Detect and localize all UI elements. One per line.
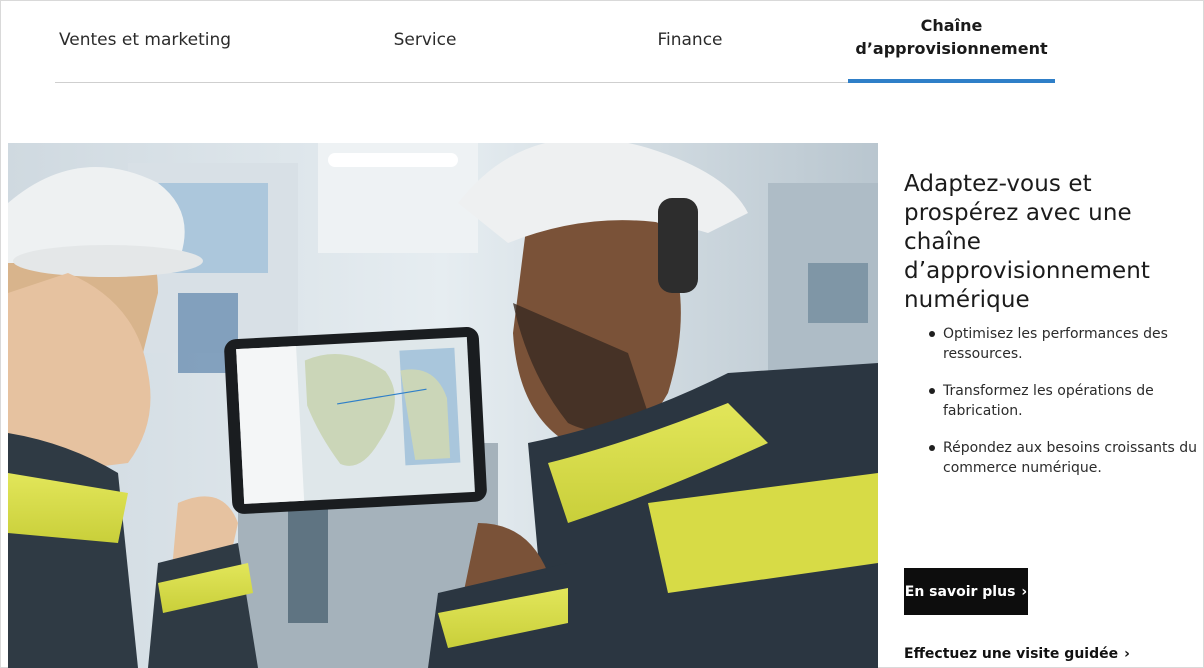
tab-label: Ventes et marketing [58,29,232,50]
hero-content: Adaptez-vous et prospérez avec une chaîn… [904,170,1204,476]
solution-tabs: Ventes et marketing Service Finance Chaî… [55,0,1055,83]
tab-label-line2: d’approvisionnement [855,39,1048,58]
workers-tablet-illustration [8,143,878,668]
tab-service[interactable]: Service [375,0,475,81]
chevron-right-icon: › [1124,646,1130,662]
hero-headline: Adaptez-vous et prospérez avec une chaîn… [904,171,1151,313]
tab-ventes-et-marketing[interactable]: Ventes et marketing [55,0,235,81]
link-label: Effectuez une visite guidée [904,646,1119,662]
tablet [224,327,487,514]
hero-bullets: Optimisez les performances des ressource… [904,324,1204,495]
cta-label: En savoir plus [904,583,1016,600]
tab-label: Chaîne d’approvisionnement [855,14,1047,60]
hero-image [8,143,878,668]
tab-label: Service [393,29,457,50]
tab-label-line1: Chaîne [920,16,983,35]
visite-guidee-link[interactable]: Effectuez une visite guidée › [904,646,1130,662]
tab-chaine-approvisionnement[interactable]: Chaîne d’approvisionnement [848,0,1055,83]
tab-finance[interactable]: Finance [635,0,745,81]
bullet-item: Transformez les opérations de fabricatio… [904,381,1204,421]
tab-label: Finance [657,29,723,50]
chevron-right-icon: › [1021,583,1028,600]
bullet-item: Répondez aux besoins croissants du comme… [904,438,1204,478]
bullet-item: Optimisez les performances des ressource… [904,324,1204,364]
en-savoir-plus-button[interactable]: En savoir plus › [904,568,1028,615]
